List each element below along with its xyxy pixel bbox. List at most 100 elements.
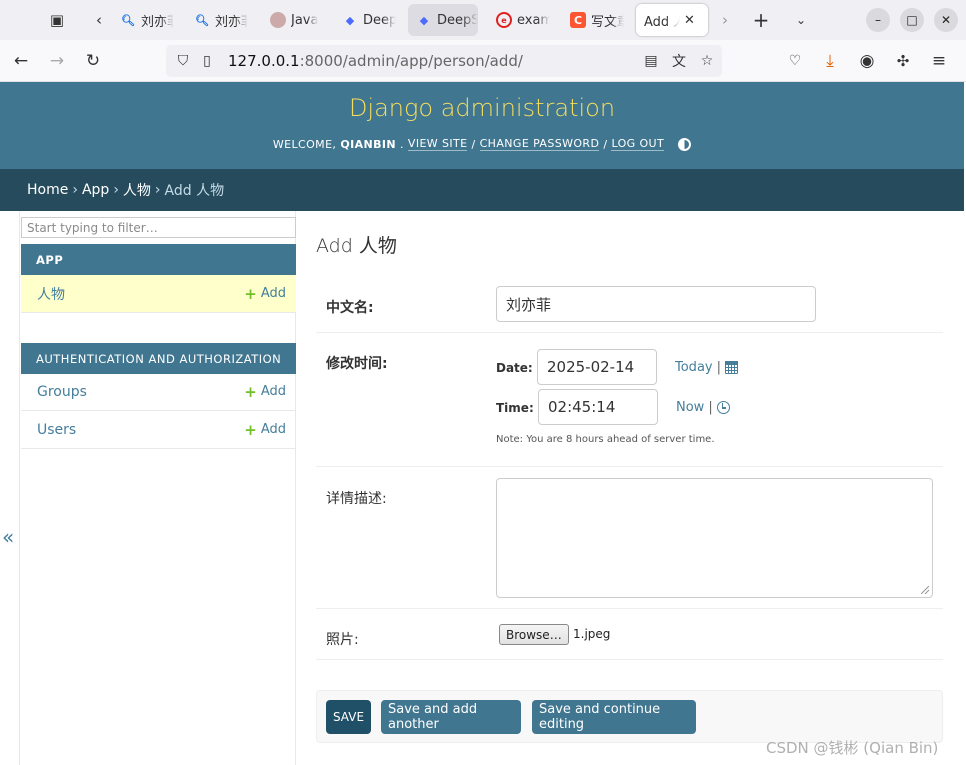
nav-filter-input[interactable] [21,217,296,238]
module-caption-app[interactable]: APP [21,244,296,275]
nav-sidebar: APP 人物 +Add AUTHENTICATION AND AUTHORIZA… [19,211,296,765]
model-link-groups[interactable]: Groups [37,384,87,400]
welcome-text: WELCOME, [272,137,337,151]
theme-toggle-icon[interactable] [678,137,692,151]
address-bar[interactable]: ⛉ ▯ 127.0.0.1:8000/admin/app/person/add/… [166,45,722,77]
search-icon: 🔍︎ [195,13,209,27]
minimize-icon[interactable]: – [866,8,890,32]
save-and-add-another-button[interactable]: Save and add another [381,700,521,734]
extensions-icon[interactable]: ✣ [889,47,917,75]
tabs-scroll-left-icon[interactable]: ‹ [84,6,114,34]
module-caption-auth[interactable]: AUTHENTICATION AND AUTHORIZATION [21,343,296,374]
browser-tab[interactable]: C 写文章 [562,4,624,36]
separator: | [708,400,713,415]
calendar-icon[interactable] [724,360,738,374]
browser-nav-bar: ← → ↻ ⛉ ▯ 127.0.0.1:8000/admin/app/perso… [0,40,966,82]
browse-button[interactable]: Browse… [499,624,569,645]
site-branding[interactable]: Django administration [0,94,964,122]
tabs-scroll-right-icon[interactable]: › [710,6,740,34]
browser-tab-title: 刘亦菲 [141,14,174,30]
browser-tab[interactable]: ◆ DeepSeek [408,4,478,36]
browser-tab[interactable]: ◆ DeepSeek [334,4,396,36]
site-header: Django administration WELCOME, QIANBIN. … [0,82,964,169]
sidebar-item-groups: Groups + Add [21,373,296,411]
browser-tab-title: Java [291,12,319,28]
time-input[interactable]: 02:45:14 [538,389,658,425]
close-window-icon[interactable]: ✕ [934,8,958,32]
browser-tab-title: 刘亦菲 [215,14,248,30]
field-label-photo: 照片: [326,632,359,648]
toggle-nav-sidebar[interactable]: « [2,525,14,549]
browser-tab[interactable]: 🔍︎ 刘亦菲 [186,4,248,36]
date-shortcuts: Today | [675,360,738,375]
add-person-link[interactable]: + Add [244,285,286,303]
close-tab-icon[interactable]: ✕ [684,13,695,28]
browser-tab-title: Add 人物 [644,14,680,30]
today-link[interactable]: Today [675,360,713,375]
add-group-link[interactable]: + Add [244,383,286,401]
separator: / [603,137,608,151]
browser-tab[interactable]: 🔍︎ 刘亦菲 [112,4,174,36]
timezone-warning: Note: You are 8 hours ahead of server ti… [496,434,715,445]
pocket-icon[interactable]: ♡ [781,47,809,75]
save-and-continue-button[interactable]: Save and continue editing [532,700,696,734]
reload-icon[interactable]: ↻ [79,47,107,75]
page-title: Add 人物 [316,235,397,257]
field-label-description: 详情描述: [326,491,387,507]
tab-overview-icon[interactable]: ▣ [42,6,72,34]
deepseek-whale-icon: ◆ [345,13,355,27]
reader-view-icon[interactable]: ▤ [640,50,662,72]
sidebar-item-users: Users + Add [21,411,296,449]
model-link-person[interactable]: 人物 [37,284,65,304]
breadcrumb-app[interactable]: App [82,182,109,198]
field-label-name: 中文名: [326,300,374,316]
url-path: :8000/admin/app/person/add/ [299,52,523,70]
date-input[interactable]: 2025-02-14 [537,349,657,385]
translate-icon[interactable]: 文 [668,50,690,72]
time-shortcuts: Now | [676,400,730,415]
selected-file-name: 1.jpeg [573,627,611,641]
plus-icon: + [244,420,257,439]
browser-tab-active[interactable]: Add 人物 ✕ [636,4,708,36]
breadcrumb-model[interactable]: 人物 [123,180,151,200]
bookmark-star-icon[interactable]: ☆ [696,50,718,72]
chevron-down-icon[interactable]: ⌄ [786,6,816,34]
maximize-icon[interactable]: □ [900,8,924,32]
change-password-link[interactable]: CHANGE PASSWORD [479,137,600,151]
example-favicon-icon: e [496,12,512,28]
name-input[interactable]: 刘亦菲 [496,286,816,322]
add-user-link[interactable]: + Add [244,421,286,439]
sidebar-item-person: 人物 + Add [21,275,296,313]
resize-grip-icon[interactable] [921,586,929,594]
submit-row: SAVE Save and add another Save and conti… [316,690,943,743]
browser-tab[interactable]: Java [262,4,324,36]
url-text[interactable]: 127.0.0.1:8000/admin/app/person/add/ [228,52,523,70]
save-button[interactable]: SAVE [326,700,371,734]
now-link[interactable]: Now [676,400,704,415]
shield-icon[interactable]: ⛉ [172,50,194,72]
forward-arrow-icon[interactable]: → [43,47,71,75]
log-out-link[interactable]: LOG OUT [611,137,665,151]
time-label: Time: [496,401,534,415]
browser-tab-bar: ▣ ‹ 🔍︎ 刘亦菲 🔍︎ 刘亦菲 Java ◆ DeepSeek ◆ Deep… [0,0,966,40]
breadcrumb-home[interactable]: Home [27,182,68,198]
breadcrumb-separator: › [154,182,161,198]
form-row-photo: 照片: Browse… 1.jpeg [316,609,943,660]
form-row-name: 中文名: 刘亦菲 [316,275,943,333]
page-icon: ▯ [203,53,211,69]
description-textarea[interactable] [496,478,933,598]
account-icon[interactable]: ◉ [853,47,881,75]
clock-icon[interactable] [716,401,730,414]
model-link-users[interactable]: Users [37,422,76,438]
view-site-link[interactable]: VIEW SITE [407,137,468,151]
field-label-modified: 修改时间: [326,356,388,372]
menu-icon[interactable]: ≡ [925,47,953,75]
add-label: Add [260,286,286,301]
plus-icon: + [244,382,257,401]
add-label: Add [260,384,286,399]
back-arrow-icon[interactable]: ← [7,47,35,75]
browser-tab[interactable]: e example [488,4,550,36]
csdn-favicon-icon: C [570,12,586,28]
new-tab-icon[interactable]: + [746,6,776,34]
download-icon[interactable]: ⤓ [816,47,844,75]
